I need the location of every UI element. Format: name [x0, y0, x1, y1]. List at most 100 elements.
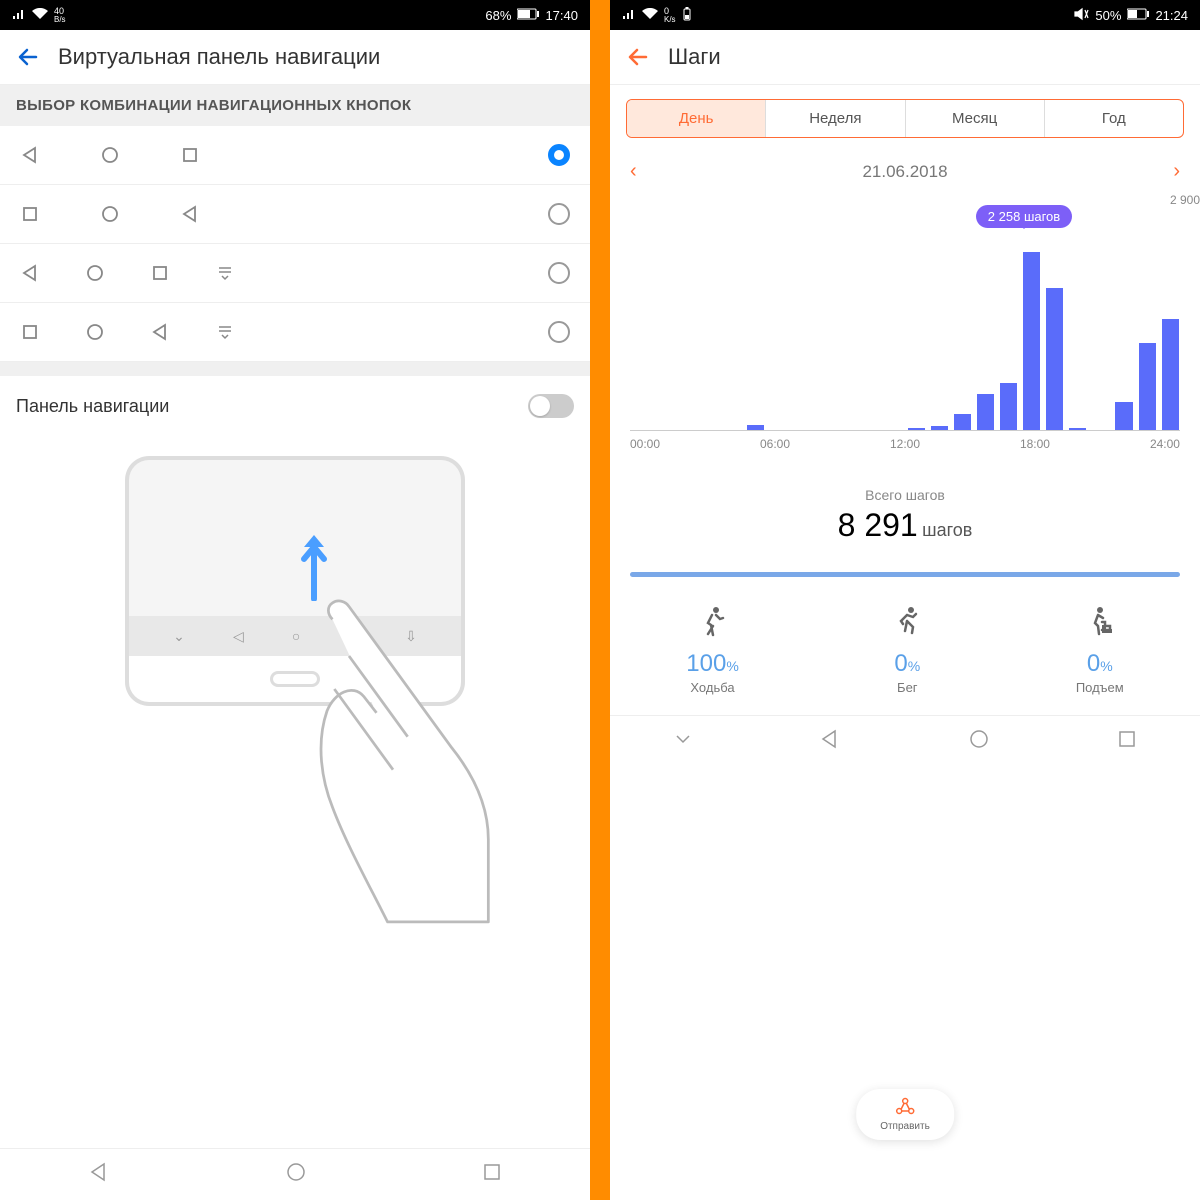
- share-button[interactable]: Отправить: [856, 1089, 954, 1140]
- chart-area: 2 900 2 258 шагов 00:0006:0012:0018:0024…: [610, 191, 1200, 467]
- square-icon: [180, 145, 200, 165]
- swipe-arrow-icon: [300, 531, 328, 601]
- activity-Бег[interactable]: 0%Бег: [891, 605, 923, 695]
- x-tick: 06:00: [760, 437, 790, 451]
- chart-bar: [1162, 319, 1179, 430]
- radio-button[interactable]: [548, 144, 570, 166]
- chart-bar: [1046, 288, 1063, 430]
- activity-icon: [686, 605, 739, 646]
- x-tick: 18:00: [1020, 437, 1050, 451]
- chevron-down-icon: ⌄: [173, 628, 185, 645]
- total-value: 8 291: [838, 507, 918, 543]
- chart-bar: [908, 428, 925, 430]
- home-icon: ○: [292, 628, 300, 644]
- battery-pct: 68%: [485, 8, 511, 23]
- tab-Неделя[interactable]: Неделя: [766, 100, 905, 137]
- steps-bar-chart[interactable]: [630, 201, 1180, 431]
- phone-right: 0K/s 50% 21:24 Шаги ДеньНеделяМесяцГод ‹…: [610, 0, 1200, 1200]
- nav-panel-toggle-row[interactable]: Панель навигации: [0, 376, 590, 436]
- chart-bar: [747, 425, 764, 430]
- drop-icon: [215, 322, 235, 342]
- battery-icon: [1127, 8, 1149, 23]
- activity-value: 0%: [1076, 650, 1124, 678]
- activity-value: 100%: [686, 650, 739, 678]
- chart-bar: [1000, 383, 1017, 430]
- net-unit: K/s: [664, 16, 676, 24]
- period-tabs: ДеньНеделяМесяцГод: [626, 99, 1184, 138]
- activity-icon: [891, 605, 923, 646]
- battery-pct: 50%: [1095, 8, 1121, 23]
- activity-label: Подъем: [1076, 680, 1124, 695]
- phone-left: 40B/s 68% 17:40 Виртуальная панель навиг…: [0, 0, 590, 1200]
- back-icon: [20, 263, 40, 283]
- gesture-illustration: ⌄ ◁ ○ □ ⇩: [0, 436, 590, 1148]
- sys-recent-icon[interactable]: [1117, 729, 1137, 754]
- x-tick: 00:00: [630, 437, 660, 451]
- home-icon: [85, 322, 105, 342]
- sys-back-icon[interactable]: [819, 728, 841, 755]
- battery-icon: [517, 8, 539, 23]
- signal-icon: [12, 8, 26, 23]
- clock: 21:24: [1155, 8, 1188, 23]
- activity-icon: [1076, 605, 1124, 646]
- date-navigator: ‹ 21.06.2018 ›: [610, 152, 1200, 191]
- status-bar: 40B/s 68% 17:40: [0, 0, 590, 30]
- tab-День[interactable]: День: [627, 100, 766, 137]
- signal-icon: [622, 8, 636, 23]
- activity-Ходьба[interactable]: 100% Ходьба: [686, 605, 739, 695]
- toggle-switch[interactable]: [528, 394, 574, 418]
- sys-back-icon[interactable]: [88, 1161, 110, 1188]
- chart-bar: [1069, 428, 1086, 430]
- sys-home-icon[interactable]: [968, 728, 990, 755]
- chart-bar: [1023, 252, 1040, 430]
- tab-Год[interactable]: Год: [1045, 100, 1183, 137]
- square-icon: [20, 204, 40, 224]
- page-title: Шаги: [668, 44, 721, 70]
- activity-Подъем[interactable]: 0% Подъем: [1076, 605, 1124, 695]
- chart-bar: [1139, 343, 1156, 430]
- page-title: Виртуальная панель навигации: [58, 44, 380, 70]
- activity-label: Ходьба: [686, 680, 739, 695]
- back-icon: [180, 204, 200, 224]
- back-arrow-icon[interactable]: [626, 45, 650, 69]
- drop-icon: [215, 263, 235, 283]
- radio-button[interactable]: [548, 321, 570, 343]
- share-icon: [894, 1097, 916, 1120]
- battery-icon-small: [682, 7, 692, 24]
- square-icon: [150, 263, 170, 283]
- net-unit: B/s: [54, 16, 66, 24]
- activity-value: 0%: [891, 650, 923, 678]
- status-bar: 0K/s 50% 21:24: [610, 0, 1200, 30]
- radio-button[interactable]: [548, 203, 570, 225]
- chart-bar: [954, 414, 971, 430]
- sys-home-icon[interactable]: [285, 1161, 307, 1188]
- mute-icon: [1073, 7, 1089, 24]
- nav-option-1[interactable]: [0, 185, 590, 244]
- home-icon: [85, 263, 105, 283]
- back-icon: [150, 322, 170, 342]
- clock: 17:40: [545, 8, 578, 23]
- system-nav-bar: [0, 1148, 590, 1200]
- total-unit: шагов: [922, 520, 972, 540]
- sys-recent-icon[interactable]: [482, 1162, 502, 1187]
- system-nav-bar: [610, 715, 1200, 767]
- nav-option-2[interactable]: [0, 244, 590, 303]
- tab-Месяц[interactable]: Месяц: [906, 100, 1045, 137]
- nav-options-list: [0, 126, 590, 362]
- activity-breakdown: 100%Ходьба0%Бег0%Подъем: [610, 585, 1200, 715]
- progress-bar: [630, 572, 1180, 577]
- next-day-button[interactable]: ›: [1173, 160, 1180, 183]
- back-arrow-icon[interactable]: [16, 45, 40, 69]
- nav-panel-label: Панель навигации: [16, 396, 169, 417]
- nav-option-0[interactable]: [0, 126, 590, 185]
- chart-bar: [977, 394, 994, 430]
- radio-button[interactable]: [548, 262, 570, 284]
- prev-day-button[interactable]: ‹: [630, 160, 637, 183]
- chart-bar: [931, 426, 948, 430]
- chevron-down-icon[interactable]: [674, 730, 692, 753]
- header: Виртуальная панель навигации: [0, 30, 590, 85]
- nav-option-3[interactable]: [0, 303, 590, 362]
- current-date: 21.06.2018: [862, 162, 947, 182]
- x-tick: 12:00: [890, 437, 920, 451]
- wifi-icon: [32, 8, 48, 23]
